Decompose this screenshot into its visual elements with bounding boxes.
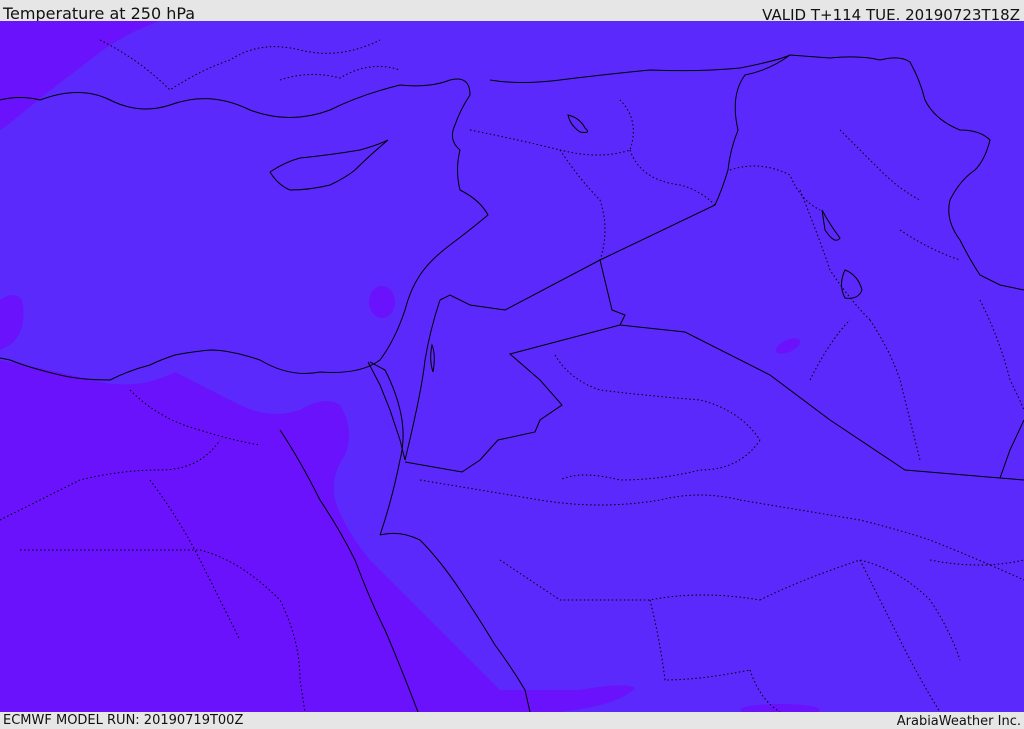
credit-label: ArabiaWeather Inc.: [896, 714, 1021, 729]
map-canvas: [0, 21, 1024, 712]
footer-bar: ECMWF MODEL RUN: 20190719T00Z ArabiaWeat…: [0, 712, 1024, 729]
weather-map-frame: Temperature at 250 hPa VALID T+114 TUE. …: [0, 0, 1024, 729]
model-run-label: ECMWF MODEL RUN: 20190719T00Z: [3, 713, 244, 728]
header-bar: Temperature at 250 hPa VALID T+114 TUE. …: [0, 0, 1024, 24]
warm-blob-cyprus-south: [369, 286, 395, 318]
temperature-map[interactable]: [0, 21, 1024, 712]
